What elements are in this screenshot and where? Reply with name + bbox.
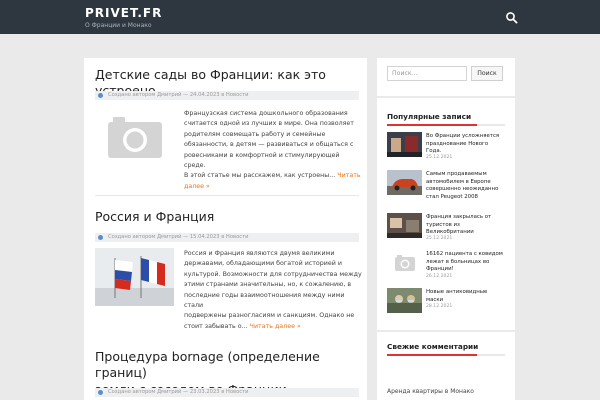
recent-comments-widget: Свежие комментарии Аренда квартиры в Мон… <box>377 332 515 400</box>
meta-dot-icon <box>98 390 103 395</box>
posts-column: Детские сады во Франции: как это устроен… <box>84 58 367 400</box>
widget-title-underline <box>387 124 505 126</box>
read-more-link-cont[interactable]: далее » <box>184 183 210 190</box>
post-meta-text: Создано автором Дмитрий — 24.04.2023 в Н… <box>108 92 249 98</box>
post-thumbnail[interactable] <box>387 213 422 238</box>
site-title[interactable]: PRIVET.FR <box>85 6 162 20</box>
popular-item-date: 25.12.2021 <box>426 236 453 241</box>
site-tagline: О Франции и Монако <box>85 22 152 29</box>
post-thumbnail[interactable] <box>387 132 422 157</box>
popular-item-date: 28.12.2021 <box>426 304 453 309</box>
comment-link[interactable]: Аренда квартиры в Монако <box>387 388 474 395</box>
popular-item-title[interactable]: Новые антиковидные маски <box>426 289 510 304</box>
post-meta-text: Создано автором Дмитрий — 15.04.2023 в Н… <box>108 234 249 240</box>
divider <box>95 195 359 196</box>
read-more-link[interactable]: Читать <box>337 172 360 179</box>
popular-item[interactable]: Во Франции усложняется празднование Ново… <box>387 132 511 162</box>
camera-placeholder-icon[interactable] <box>95 108 174 166</box>
read-more-link[interactable]: Читать далее » <box>250 323 301 330</box>
post-thumbnail[interactable] <box>387 170 422 195</box>
post-meta: Создано автором Дмитрий — 15.04.2023 в Н… <box>95 233 359 242</box>
popular-item[interactable]: Франция закрылась от туристов из Великоб… <box>387 213 511 243</box>
widget-title-underline <box>387 354 505 356</box>
sidebar: Поиск... Поиск Популярные записи Во Фран… <box>377 58 515 400</box>
site-header: PRIVET.FR О Франции и Монако <box>0 0 600 34</box>
popular-item[interactable]: Самым продаваемым автомобилем в Европе с… <box>387 170 511 200</box>
flags-photo[interactable] <box>95 248 174 306</box>
search-input[interactable]: Поиск... <box>387 66 467 81</box>
widget-title: Популярные записи <box>387 112 472 121</box>
popular-item[interactable]: Новые антиковидные маски 28.12.2021 <box>387 288 511 318</box>
search-widget: Поиск... Поиск <box>377 58 515 96</box>
post-excerpt: Французская система дошкольного образова… <box>184 110 361 190</box>
popular-item-title[interactable]: Франция закрылась от туристов из Великоб… <box>426 214 510 237</box>
popular-item-title[interactable]: Самым продаваемым автомобилем в Европе с… <box>426 171 510 201</box>
post-meta: Создано автором Дмитрий — 23.03.2023 в Н… <box>95 388 359 397</box>
post-thumbnail[interactable] <box>387 288 422 313</box>
popular-item-date: 26.12.2021 <box>426 274 453 279</box>
search-icon[interactable] <box>505 10 519 24</box>
camera-placeholder-icon[interactable] <box>387 250 422 275</box>
post-meta: Создано автором Дмитрий — 24.04.2023 в Н… <box>95 91 359 100</box>
meta-dot-icon <box>98 235 103 240</box>
popular-item-date: 25.12.2021 <box>426 155 453 160</box>
search-button[interactable]: Поиск <box>471 66 503 81</box>
popular-item-title[interactable]: Во Франции усложняется празднование Ново… <box>426 133 510 156</box>
post-excerpt: Россия и Франция являются двумя великими… <box>184 250 362 330</box>
widget-title: Свежие комментарии <box>387 342 479 351</box>
popular-item[interactable]: 16162 пациента с ковидом лежат в больниц… <box>387 250 511 280</box>
meta-dot-icon <box>98 93 103 98</box>
post-title[interactable]: Россия и Франция <box>95 209 214 225</box>
post-meta-text: Создано автором Дмитрий — 23.03.2023 в Н… <box>108 389 249 395</box>
popular-posts-widget: Популярные записи Во Франции усложняется… <box>377 98 515 330</box>
popular-item-title[interactable]: 16162 пациента с ковидом лежат в больниц… <box>426 251 510 274</box>
